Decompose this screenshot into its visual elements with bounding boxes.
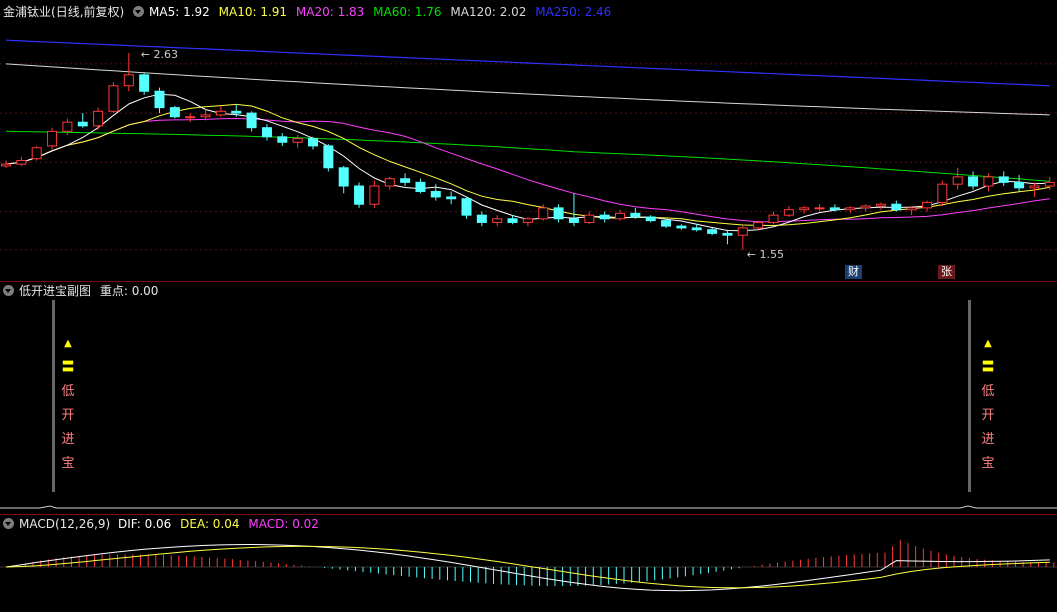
dif-value: DIF: 0.06 [117, 517, 172, 531]
candle [630, 212, 641, 218]
focus-value: 重点: 0.00 [99, 284, 159, 298]
macd-value: MACD: 0.02 [248, 517, 319, 531]
candle [400, 178, 411, 183]
candle [308, 138, 318, 147]
candle [200, 114, 211, 118]
candle [891, 203, 902, 211]
candle [860, 205, 871, 209]
candle [875, 203, 886, 207]
candle [461, 198, 472, 216]
candle [415, 181, 426, 192]
candle [584, 214, 595, 223]
news-tag[interactable]: 张 [938, 265, 955, 279]
candle [16, 159, 27, 165]
dif-line [5, 543, 1050, 592]
candle [507, 218, 518, 223]
ma60-line [5, 130, 1050, 182]
candle [139, 74, 150, 92]
candle [169, 107, 180, 118]
candle [937, 183, 948, 203]
candle [62, 121, 73, 132]
candle [277, 136, 288, 143]
candle [185, 116, 196, 119]
dea-value: DEA: 0.04 [180, 517, 240, 531]
sub-title[interactable]: 低开进宝副图 [19, 284, 91, 298]
candle [492, 218, 503, 223]
candle [983, 176, 994, 187]
candle [77, 121, 88, 127]
signal-bar-right [968, 300, 971, 492]
signal-label-right: ▲ 〓 低 开 进 宝 [981, 338, 995, 471]
candle [384, 178, 395, 187]
candle [1, 163, 11, 167]
candle [215, 110, 226, 116]
collapse-icon[interactable] [3, 285, 14, 296]
candle [768, 214, 779, 223]
candle [691, 227, 702, 231]
candle [553, 207, 564, 220]
candle [998, 176, 1009, 183]
finance-tag[interactable]: 财 [845, 265, 862, 279]
candle [829, 207, 840, 211]
candle [47, 130, 58, 147]
candle [814, 207, 825, 210]
low-price-label: ← 1.55 [747, 248, 784, 261]
candle [599, 214, 610, 220]
candle [31, 147, 42, 160]
candle [446, 196, 457, 200]
candle [968, 176, 979, 187]
signal-baseline [0, 505, 1057, 509]
candle [707, 229, 718, 234]
candle [522, 218, 533, 223]
candle [231, 110, 242, 114]
candle [753, 221, 764, 229]
signal-label-left: ▲ 〓 低 开 进 宝 [61, 338, 75, 471]
signal-bar-left [52, 300, 55, 492]
candle [661, 220, 672, 227]
candle [154, 90, 165, 109]
macd-title[interactable]: MACD(12,26,9) [19, 517, 110, 531]
candle [246, 112, 257, 129]
candle [1044, 181, 1055, 187]
candle [615, 212, 625, 220]
candle [783, 209, 794, 216]
candle [952, 176, 963, 185]
candle [430, 190, 441, 198]
macd-header: MACD(12,26,9) DIF: 0.06 DEA: 0.04 MACD: … [3, 515, 324, 533]
candle [568, 218, 579, 223]
collapse-icon[interactable] [3, 518, 14, 529]
sub-chart-header: 低开进宝副图 重点: 0.00 [3, 282, 163, 300]
candle [93, 110, 104, 127]
candle [906, 207, 917, 211]
candle [922, 201, 932, 209]
candle [108, 85, 119, 112]
candle [261, 127, 272, 138]
candle [538, 207, 549, 220]
candle [1029, 185, 1040, 189]
candle [369, 185, 380, 205]
high-price-label: ← 2.63 [141, 48, 178, 61]
candle [676, 225, 687, 229]
candle [476, 214, 487, 223]
candle [845, 207, 856, 211]
candle [722, 232, 733, 236]
candle [123, 74, 134, 87]
candle [737, 227, 748, 236]
candle [645, 216, 656, 222]
candle [292, 138, 303, 143]
candle [354, 185, 365, 205]
candle [323, 145, 334, 169]
candle [799, 207, 810, 211]
candle [338, 167, 349, 187]
candle [1014, 181, 1025, 189]
